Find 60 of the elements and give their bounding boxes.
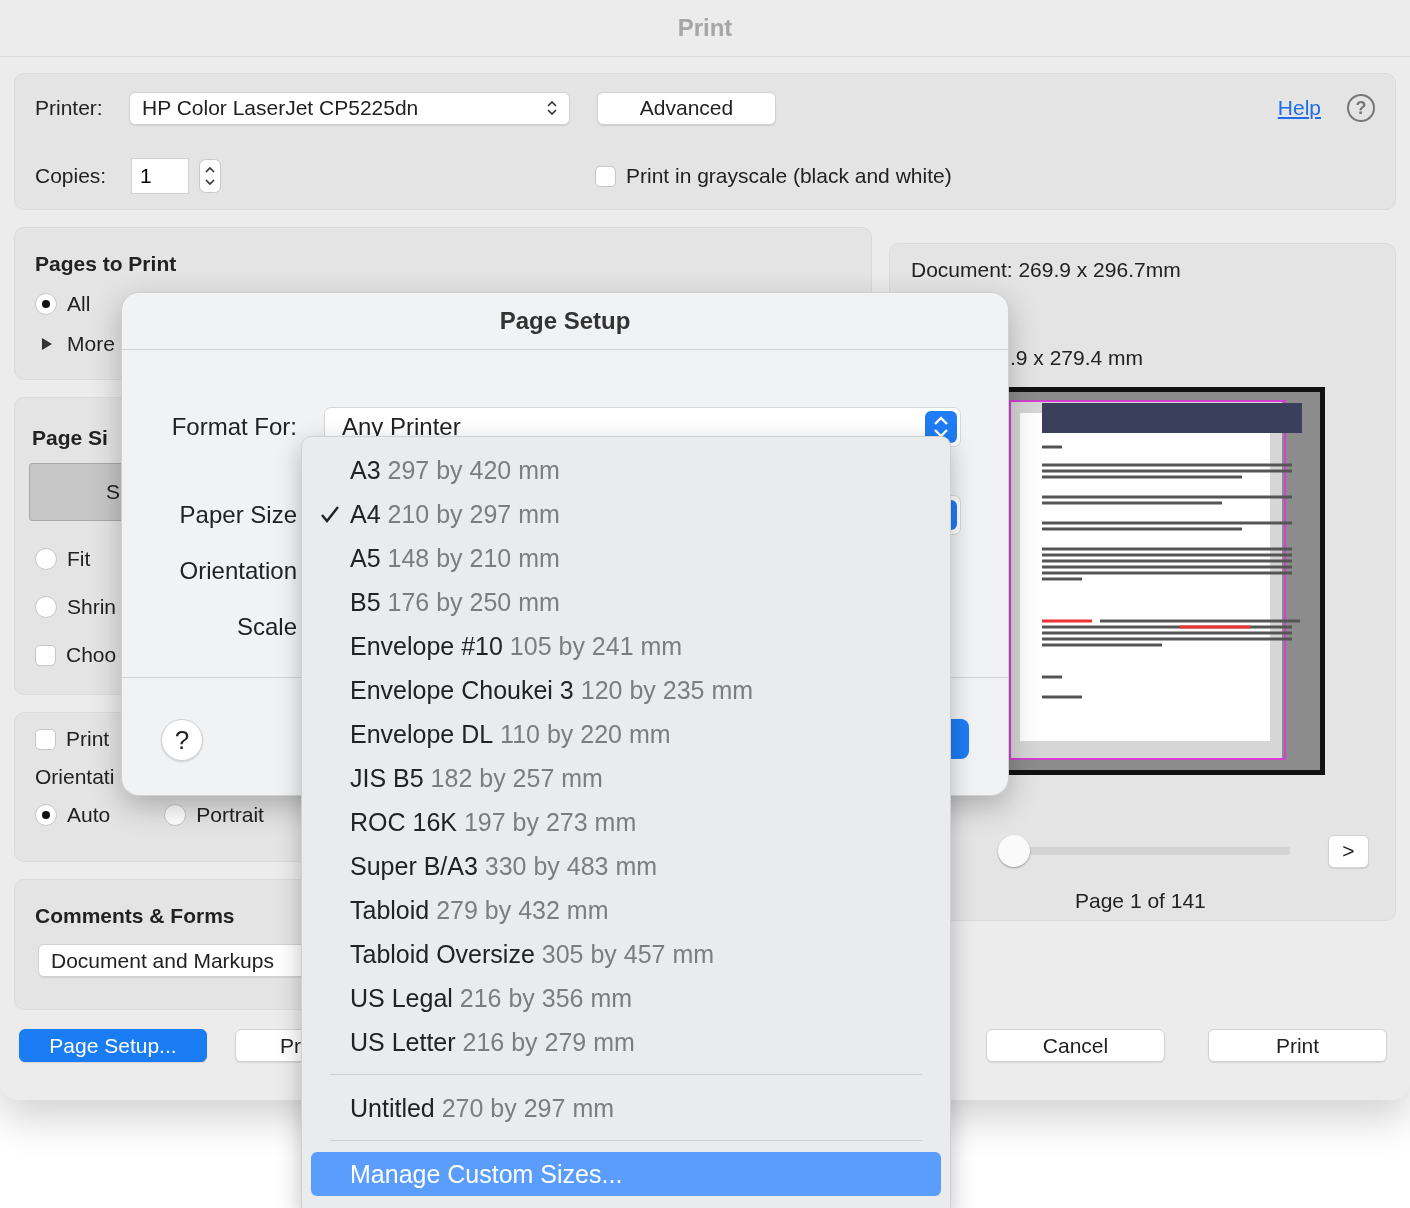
updown-icon	[547, 100, 557, 116]
menu-item[interactable]: ROC 16K 197 by 273 mm	[311, 800, 941, 844]
menu-item[interactable]: A3 297 by 420 mm	[311, 448, 941, 492]
menu-item[interactable]: B5 176 by 250 mm	[311, 580, 941, 624]
help-button[interactable]: ?	[161, 719, 203, 761]
help-button[interactable]: ?	[1347, 94, 1375, 122]
menu-item[interactable]: US Legal 216 by 356 mm	[311, 976, 941, 1020]
field-label: Orientation	[178, 557, 297, 585]
stepper-icon[interactable]	[199, 159, 221, 193]
menu-item[interactable]: A5 148 by 210 mm	[311, 536, 941, 580]
slider-thumb[interactable]	[998, 835, 1030, 867]
radio-button[interactable]	[35, 548, 57, 570]
section-title: Page Si	[32, 426, 108, 450]
advanced-button[interactable]: Advanced	[597, 91, 776, 125]
option-label: Shrin	[67, 595, 117, 619]
section-title: Comments & Forms	[35, 904, 235, 928]
option-label: Auto	[67, 803, 111, 827]
option-label: Fit	[67, 547, 91, 571]
option-label: Print	[66, 727, 110, 751]
radio-button[interactable]	[35, 293, 57, 315]
menu-item[interactable]: Envelope DL 110 by 220 mm	[311, 712, 941, 756]
copies-label: Copies:	[35, 164, 108, 188]
menu-item[interactable]: Untitled 270 by 297 mm	[311, 1086, 941, 1130]
dialog-button[interactable]: Print	[1208, 1029, 1387, 1062]
more-label: More	[67, 332, 115, 356]
option-label: All	[67, 292, 91, 316]
next-page-button[interactable]: >	[1328, 834, 1369, 868]
menu-item[interactable]: Tabloid Oversize 305 by 457 mm	[311, 932, 941, 976]
menu-item[interactable]: Super B/A3 330 by 483 mm	[311, 844, 941, 888]
menu-item[interactable]: Tabloid 279 by 432 mm	[311, 888, 941, 932]
paper-size-label: .9 x 279.4 mm	[1010, 346, 1145, 370]
menu-item[interactable]: Envelope #10 105 by 241 mm	[311, 624, 941, 668]
option-label: Choo	[66, 643, 117, 667]
copies-field[interactable]: 1	[131, 158, 189, 194]
dialog-button[interactable]: Cancel	[986, 1029, 1165, 1062]
menu-item[interactable]: JIS B5 182 by 257 mm	[311, 756, 941, 800]
orientation-label: Orientati	[35, 765, 115, 789]
window-title: Print	[677, 14, 733, 42]
option-label: Portrait	[196, 803, 264, 827]
page-setup-button[interactable]: Page Setup...	[19, 1029, 207, 1062]
radio-button[interactable]	[35, 804, 57, 826]
field-label: Scale	[235, 613, 297, 641]
page-count-label: Page 1 of 141	[1075, 889, 1206, 913]
checkbox[interactable]	[35, 728, 56, 750]
menu-item[interactable]: A4 210 by 297 mm	[311, 492, 941, 536]
checkbox[interactable]	[35, 644, 56, 666]
grayscale-checkbox[interactable]	[595, 165, 616, 187]
section-title: Pages to Print	[35, 252, 177, 276]
printer-label: Printer:	[35, 96, 104, 120]
printer-dropdown[interactable]: HP Color LaserJet CP5225dn	[129, 91, 570, 125]
radio-button[interactable]	[164, 804, 187, 826]
help-link[interactable]: Help	[1277, 96, 1321, 120]
field-label: Format For:	[170, 413, 297, 441]
checkmark-icon	[320, 504, 340, 524]
menu-item[interactable]: Envelope Choukei 3 120 by 235 mm	[311, 668, 941, 712]
disclosure-triangle-icon[interactable]	[41, 337, 53, 351]
document-size-label: Document: 269.9 x 296.7mm	[911, 258, 1182, 282]
radio-button[interactable]	[35, 596, 57, 618]
sheet-title: Page Setup	[499, 307, 631, 335]
grayscale-label: Print in grayscale (black and white)	[626, 164, 952, 188]
